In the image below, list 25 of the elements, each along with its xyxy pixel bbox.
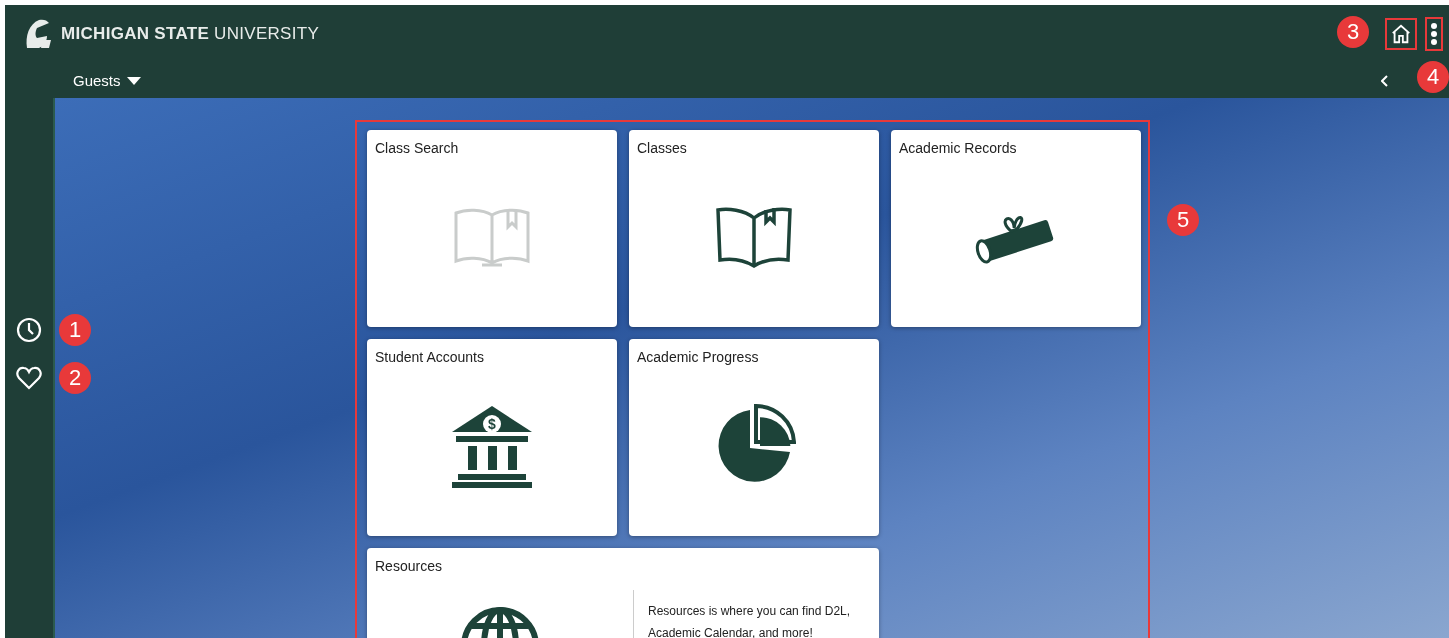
tile-title: Resources [375, 558, 442, 574]
tile[interactable]: Student Accounts $ [367, 339, 617, 536]
university-logo-text: MICHIGAN STATE UNIVERSITY [61, 24, 320, 44]
callout-number: 4 [1417, 61, 1449, 93]
tile[interactable]: Academic Records [891, 130, 1141, 327]
tile[interactable]: Resources Resources is where you can find D2L, Academic Calendar, and more! [367, 548, 879, 638]
tile[interactable]: Academic Progress [629, 339, 879, 536]
favorites-button[interactable] [15, 364, 43, 392]
tile-title: Class Search [375, 140, 459, 156]
guests-dropdown[interactable]: Guests [73, 72, 141, 89]
chevron-left-icon[interactable] [1381, 74, 1389, 87]
tile-description: Resources is where you can find D2L, Academic Calendar, and more! [633, 590, 868, 638]
heart-icon [15, 364, 43, 392]
callout-number: 3 [1337, 16, 1369, 48]
caret-icon [126, 75, 141, 86]
tile-title: Academic Records [899, 140, 1017, 156]
tile-title: Academic Progress [637, 349, 759, 365]
tile[interactable]: Classes [629, 130, 879, 327]
dollar-sign: $ [488, 415, 496, 432]
kebab-menu-icon [1430, 22, 1438, 46]
home-icon [1390, 23, 1412, 45]
tile-title: Student Accounts [375, 349, 484, 365]
recent-clock-icon [15, 316, 43, 344]
recent-button[interactable] [15, 316, 43, 344]
tile-title: Classes [637, 140, 687, 156]
